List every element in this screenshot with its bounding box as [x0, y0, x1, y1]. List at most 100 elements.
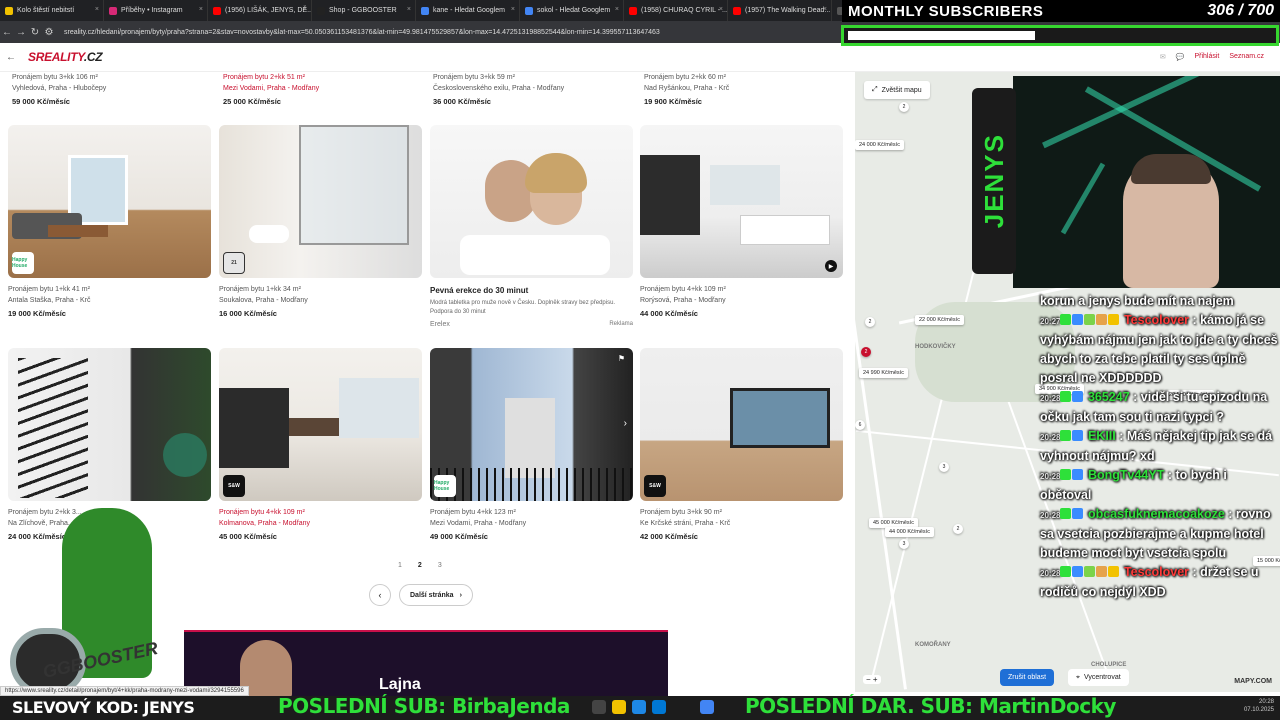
site-header: ← SREALITY.CZ ✉ 💬 Přihlásit Seznam.cz — [0, 44, 1280, 72]
map-cluster[interactable]: 6 — [855, 420, 865, 430]
enlarge-map-label: Zvětšit mapu — [881, 86, 922, 94]
prev-page-button[interactable]: ‹ — [369, 584, 391, 606]
tab-close-icon[interactable]: × — [615, 6, 619, 13]
zoom-out-icon[interactable]: − — [866, 675, 871, 684]
ad-photo[interactable] — [430, 125, 633, 278]
zoom-in-icon[interactable]: + — [873, 675, 878, 684]
chat-badge-icon — [1060, 430, 1072, 441]
map-price-pin[interactable]: 24 000 Kč/měsíc — [855, 140, 904, 150]
chat-badge-icon — [1072, 314, 1084, 325]
chat-username: BongTv44YT — [1087, 468, 1165, 482]
map-cluster[interactable]: 2 — [865, 317, 875, 327]
browser-tab[interactable]: (1957) The Walking Dead... × — [728, 0, 832, 21]
listing-title: Pronájem bytu 1+kk 34 m² — [219, 286, 301, 293]
chat-icon[interactable]: 💬 — [1176, 53, 1185, 61]
listing-photo[interactable]: S&W — [219, 348, 422, 501]
listing-card[interactable]: S&W Pronájem bytu 3+kk 90 m² Ke Krčské s… — [640, 348, 843, 541]
back-icon[interactable]: ← — [0, 27, 14, 38]
browser-tab[interactable]: (1956) LIŠÁK, JENYS, DĚ... × — [208, 0, 312, 21]
chat-badge-icon — [1084, 314, 1096, 325]
tab-close-icon[interactable]: × — [303, 6, 307, 13]
browser-tab[interactable]: Shop - GGBOOSTER × — [312, 0, 416, 21]
reload-icon[interactable]: ↻ — [28, 27, 42, 38]
listing-card[interactable]: 21 Pronájem bytu 1+kk 34 m² Soukalova, P… — [219, 125, 422, 318]
subscriber-goal-label: MONTHLY SUBSCRIBERS — [848, 2, 1044, 20]
listing-card[interactable]: S&W Pronájem bytu 4+kk 109 m² Kolmanova,… — [219, 348, 422, 541]
browser-tab[interactable]: Kolo štěstí nebitstí × — [0, 0, 104, 21]
browser-tab[interactable]: kane - Hledat Googlem × — [416, 0, 520, 21]
chat-badge-icon — [1072, 566, 1084, 577]
menu-back-icon[interactable]: ← — [4, 52, 18, 63]
tab-close-icon[interactable]: × — [511, 6, 515, 13]
enlarge-map-button[interactable]: ⤢ Zvětšit mapu — [864, 81, 930, 99]
taskbar-icon[interactable] — [652, 700, 666, 714]
map-price-pin[interactable]: 44 000 Kč/měsíc — [885, 527, 934, 537]
listing-photo[interactable]: › ⚑ Happy House — [430, 348, 633, 501]
listing-card[interactable]: Pronájem bytu 3+kk 106 m² Vyhledová, Pra… — [12, 74, 215, 106]
page-2[interactable]: 2 — [418, 562, 422, 569]
subscriber-progress-bar — [841, 25, 1279, 46]
listing-photo[interactable]: 21 — [219, 125, 422, 278]
taskbar-icon[interactable] — [700, 700, 714, 714]
page-1[interactable]: 1 — [398, 562, 402, 569]
clear-area-button[interactable]: Zrušit oblast — [1000, 669, 1055, 686]
agency-badge: S&W — [644, 475, 666, 497]
forward-icon[interactable]: → — [14, 27, 28, 38]
map-cluster-active[interactable]: 2 — [861, 347, 871, 357]
browser-tab[interactable]: Příběhy • Instagram × — [104, 0, 208, 21]
tab-close-icon[interactable]: × — [407, 6, 411, 13]
listing-title: Pronájem bytu 2+kk 60 m² — [644, 74, 726, 81]
listing-location: Vyhledová, Praha - Hlubočepy — [12, 85, 107, 92]
page-3[interactable]: 3 — [438, 562, 442, 569]
url-field[interactable]: sreality.cz/hledani/pronajem/byty/praha?… — [64, 29, 660, 36]
mail-icon[interactable]: ✉ — [1160, 53, 1166, 61]
center-map-button[interactable]: ⌖ Vycentrovat — [1068, 669, 1129, 686]
listing-price: 44 000 Kč/měsíc — [640, 309, 698, 318]
seznam-link[interactable]: Seznam.cz — [1229, 53, 1264, 61]
mapy-logo: MAPY.COM — [1234, 678, 1272, 685]
map-price-pin[interactable]: 24 990 Kč/měsíc — [859, 368, 908, 378]
tab-close-icon[interactable]: × — [95, 6, 99, 13]
next-photo-icon[interactable]: › — [624, 418, 627, 429]
browser-tab[interactable]: (1958) CHURAQ CYRIL - ... × — [624, 0, 728, 21]
site-info-icon[interactable]: ⚙ — [42, 27, 56, 38]
taskbar-icon[interactable] — [592, 700, 606, 714]
taskbar-icon[interactable] — [632, 700, 646, 714]
tab-close-icon[interactable]: × — [719, 6, 723, 13]
listing-card[interactable]: Pronájem bytu 2+kk 60 m² Nad Ryšánkou, P… — [644, 74, 847, 106]
map-price-pin[interactable]: 22 000 Kč/měsíc — [915, 315, 964, 325]
map-road — [855, 134, 907, 690]
tab-favicon-icon — [629, 6, 637, 15]
tab-close-icon[interactable]: × — [199, 6, 203, 13]
listing-photo[interactable] — [8, 348, 211, 501]
listing-photo[interactable]: ▶ — [640, 125, 843, 278]
login-link[interactable]: Přihlásit — [1194, 53, 1219, 61]
listing-card[interactable]: Pronájem bytu 2+kk 51 m² Mezi Vodami, Pr… — [223, 74, 426, 106]
map-cluster[interactable]: 3 — [899, 539, 909, 549]
listing-card[interactable]: Pronájem bytu 3+kk 59 m² Československéh… — [433, 74, 636, 106]
expand-icon: ⤢ — [872, 86, 878, 93]
sreality-logo[interactable]: SREALITY.CZ — [28, 50, 103, 64]
bookmark-icon[interactable]: ⚑ — [618, 354, 625, 363]
browser-tab[interactable]: sokol - Hledat Googlem × — [520, 0, 624, 21]
listing-card[interactable]: Happy House Pronájem bytu 1+kk 41 m² Ant… — [8, 125, 211, 318]
map-cluster[interactable]: 3 — [939, 462, 949, 472]
ad-card[interactable]: Pevná erekce do 30 minut Modrá tabletka … — [430, 125, 633, 328]
listing-card[interactable]: ▶ Pronájem bytu 4+kk 109 m² Rorýsová, Pr… — [640, 125, 843, 318]
map-cluster[interactable]: 2 — [953, 524, 963, 534]
system-tray-clock[interactable]: 20:28 07.10.2025 — [1244, 698, 1274, 714]
chat-badge-icon — [1072, 508, 1084, 519]
agency-badge: S&W — [223, 475, 245, 497]
listing-photo[interactable]: S&W — [640, 348, 843, 501]
promo-banner[interactable]: Lajna — [184, 630, 668, 696]
video-icon[interactable]: ▶ — [825, 260, 837, 272]
header-actions: ✉ 💬 Přihlásit Seznam.cz — [1160, 53, 1264, 61]
listing-title: Pronájem bytu 4+kk 123 m² — [430, 509, 516, 516]
taskbar-icon[interactable] — [612, 700, 626, 714]
chat-username: Tescolover — [1123, 313, 1190, 327]
next-page-button[interactable]: Další stránka › — [399, 584, 473, 606]
tab-close-icon[interactable]: × — [823, 6, 827, 13]
map-cluster[interactable]: 2 — [899, 102, 909, 112]
listing-card[interactable]: › ⚑ Happy House Pronájem bytu 4+kk 123 m… — [430, 348, 633, 541]
listing-photo[interactable]: Happy House — [8, 125, 211, 278]
